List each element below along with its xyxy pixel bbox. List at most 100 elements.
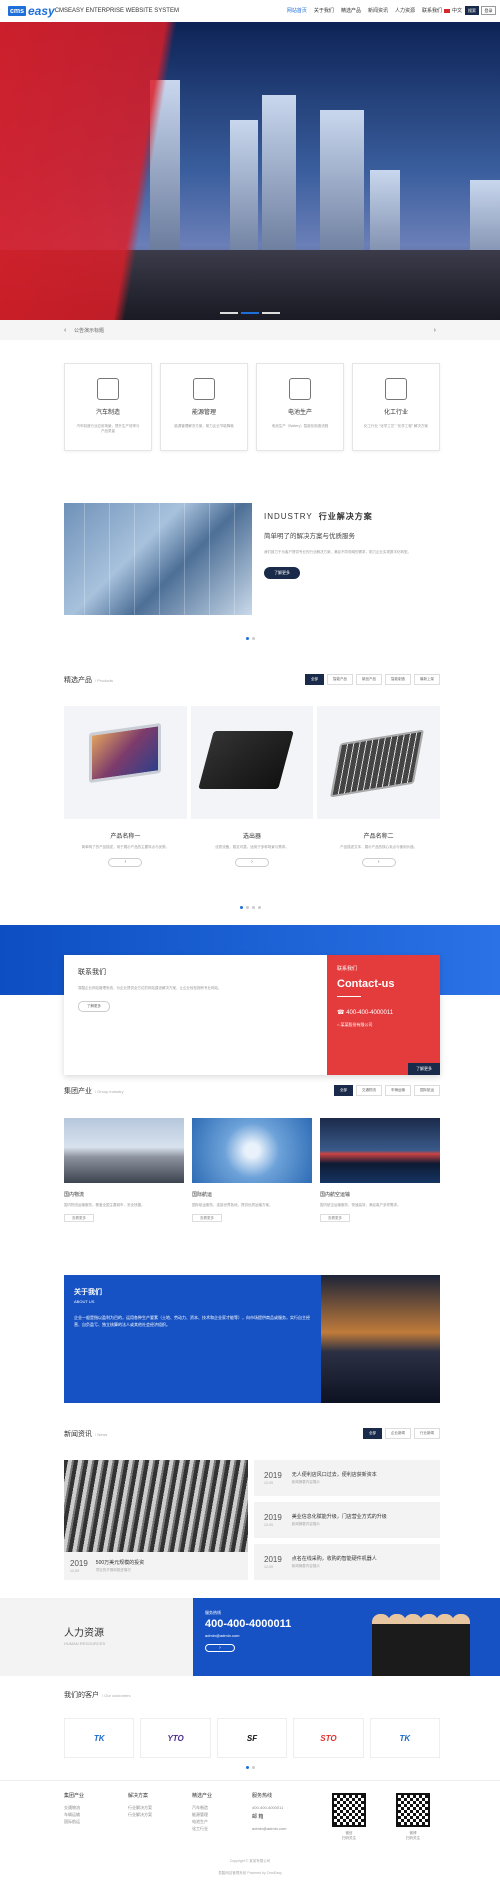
nav-hr[interactable]: 人力资源	[395, 7, 415, 14]
pager-dot[interactable]	[245, 637, 249, 640]
pager-dot[interactable]	[257, 906, 261, 909]
search-button[interactable]: 搜索	[465, 6, 479, 15]
footer-link[interactable]: 能源管理	[192, 1811, 212, 1818]
pager-dot[interactable]	[239, 906, 243, 909]
nav-contact[interactable]: 联系我们	[422, 7, 442, 14]
clients-title: 我们的客户 / Our customers	[64, 1692, 131, 1699]
chemical-icon	[385, 378, 407, 400]
client-logo[interactable]: TK	[64, 1718, 135, 1758]
footer-link[interactable]: 交通物流	[64, 1804, 84, 1811]
group-more-button[interactable]: 查看更多	[320, 1214, 350, 1222]
group-card[interactable]: 国内物流 国内物流运输服务，覆盖全国主要城市，安全快捷。 查看更多	[64, 1118, 184, 1248]
card-automotive[interactable]: 汽车制造 汽车制造行业应用场景，提升生产效率与产品质量	[64, 363, 152, 451]
hr-en: HUMAN RESOURCES	[64, 1641, 106, 1646]
slider-dot[interactable]	[220, 312, 238, 314]
footer-link[interactable]: 电池生产	[192, 1818, 212, 1825]
nav-home[interactable]: 网站首页	[287, 7, 307, 14]
group-more-button[interactable]: 查看更多	[64, 1214, 94, 1222]
nav-about[interactable]: 关于我们	[314, 7, 334, 14]
product-card[interactable]: 产品名称二 产品描述文本，展示产品的核心卖点与使用价值。 ›	[317, 706, 441, 891]
news-year: 2019 12-09	[70, 1559, 88, 1573]
clients-header: 我们的客户 / Our customers	[64, 1690, 440, 1700]
footer-service: 服务热线 400-400-4000011 邮 箱 admin@admin.com	[252, 1793, 287, 1832]
card-energy[interactable]: 能源管理 能源管理解决方案，助力企业节能降耗	[160, 363, 248, 451]
tab-shipping[interactable]: 国际航运	[414, 1085, 440, 1096]
product-image	[64, 706, 187, 819]
group-card[interactable]: 国际航运 国际航运服务，连接世界各地，提供优质运输方案。 查看更多	[192, 1118, 312, 1248]
footer-col: 精选产业 汽车制造 能源管理 电池生产 化工行业	[192, 1793, 213, 1832]
tab-all[interactable]: 全部	[334, 1085, 353, 1096]
tab-latest[interactable]: 最新上架	[414, 674, 440, 685]
product-card[interactable]: 选出器 优质设备，稳定可靠，适用于多种场景与需求。 ›	[190, 706, 314, 891]
tab-transport[interactable]: 车辆运输	[385, 1085, 411, 1096]
news-items: 2019 12-09 无人便利店风口过去，便利店获新资本 新闻摘要内容展示 2019…	[254, 1460, 440, 1580]
news-image	[64, 1460, 248, 1552]
tab-logistics[interactable]: 交通物流	[356, 1085, 382, 1096]
pager-dot[interactable]	[251, 906, 255, 909]
pager-dot[interactable]	[245, 906, 249, 909]
products-tabs: 全部 智能产品 新品产品 智能制造 最新上架	[305, 674, 440, 685]
contact-more-button[interactable]: 了解更多	[78, 1001, 110, 1012]
news-item[interactable]: 2019 12-09 美业信息化赋能升级，门店营业方式的升级 新闻摘要内容展示	[254, 1502, 440, 1538]
news-title: 点名在线采购，收购的智能硬件机器人 新闻摘要内容展示	[291, 1556, 377, 1568]
footer-link[interactable]: 行业解决方案	[128, 1811, 152, 1818]
hero-banner	[0, 22, 500, 320]
pager-dot[interactable]	[251, 1766, 255, 1769]
language-switch[interactable]: 中文	[443, 7, 462, 14]
news-featured[interactable]: 2019 12-09 500万美元规模的投资 项目的开展和推进情况	[64, 1460, 248, 1580]
product-desc: 优质设备，稳定可靠，适用于多种场景与需求。	[215, 845, 289, 849]
chevron-left-icon[interactable]: ‹	[64, 327, 66, 334]
footer-link[interactable]: 行业解决方案	[128, 1804, 152, 1811]
product-list: 产品名称一 简单明了的产品描述，用于展示产品的主要特点与优势。 › 选出器 优质…	[64, 706, 441, 891]
footer-col: 集团产业 交通物流 车辆运输 国际航运	[64, 1793, 85, 1825]
news-item[interactable]: 2019 12-09 点名在线采购，收购的智能硬件机器人 新闻摘要内容展示	[254, 1544, 440, 1580]
login-button[interactable]: 登录	[481, 6, 496, 15]
contact-heading: Contact-us	[337, 978, 395, 990]
client-logo[interactable]: YTO	[140, 1718, 211, 1758]
notice-text[interactable]: 公告演示标题	[74, 327, 104, 334]
contact-phone: ☎ 400-400-4000011	[337, 1010, 394, 1016]
nav-products[interactable]: 精选产品	[341, 7, 361, 14]
hr-arrow-button[interactable]: ›	[205, 1644, 235, 1652]
logo[interactable]: cms easy	[8, 4, 55, 18]
product-name: 选出器	[243, 834, 262, 840]
contact-right-more-button[interactable]: 了解更多	[408, 1063, 440, 1075]
product-arrow-button[interactable]: ›	[361, 858, 396, 867]
client-logo[interactable]: STO	[293, 1718, 364, 1758]
tab-company[interactable]: 企业新闻	[385, 1428, 411, 1439]
footer-link[interactable]: 车辆运输	[64, 1811, 84, 1818]
chevron-right-icon[interactable]: ›	[434, 327, 436, 334]
product-arrow-button[interactable]: ›	[108, 858, 143, 867]
pager-dot[interactable]	[245, 1766, 249, 1769]
group-more-button[interactable]: 查看更多	[192, 1214, 222, 1222]
footer-link[interactable]: 国际航运	[64, 1818, 84, 1825]
product-arrow-button[interactable]: ›	[235, 858, 269, 867]
card-chemical[interactable]: 化工行业 化工行业 "化学工艺" "化学工程" 解决方案	[352, 363, 440, 451]
industry-more-button[interactable]: 了解更多	[264, 567, 300, 579]
nav-news[interactable]: 新闻资讯	[368, 7, 388, 14]
card-battery[interactable]: 电池生产 电池生产（Battery）智能化制造流程	[256, 363, 344, 451]
card-title: 电池生产	[287, 410, 312, 416]
battery-icon	[289, 378, 311, 400]
news-year: 2019 12-09	[264, 1471, 282, 1485]
group-card[interactable]: 国内航空运输 国内航空运输服务，快速高效，满足客户多样需求。 查看更多	[320, 1118, 440, 1248]
weibo-qr-code	[396, 1793, 430, 1827]
footer-link[interactable]: 汽车制造	[192, 1804, 212, 1811]
news-item[interactable]: 2019 12-09 无人便利店风口过去，便利店获新资本 新闻摘要内容展示	[254, 1460, 440, 1496]
slider-dot[interactable]	[262, 312, 280, 314]
tab-manufacturing[interactable]: 智能制造	[385, 674, 411, 685]
tab-industry[interactable]: 行业新闻	[414, 1428, 440, 1439]
tab-all[interactable]: 全部	[305, 674, 324, 685]
tab-all[interactable]: 全部	[363, 1428, 382, 1439]
product-card[interactable]: 产品名称一 简单明了的产品描述，用于展示产品的主要特点与优势。 ›	[64, 706, 187, 891]
tab-new[interactable]: 新品产品	[356, 674, 382, 685]
tab-smart[interactable]: 智能产品	[327, 674, 353, 685]
client-logo[interactable]: TK	[369, 1718, 441, 1758]
footer-email[interactable]: admin@admin.com	[252, 1825, 287, 1832]
industry-text: INDUSTRY 行业解决方案 简单明了的解决方案与优质服务 我们致力于为客户提供…	[252, 503, 423, 615]
footer-link[interactable]: 化工行业	[192, 1825, 212, 1832]
powered-by[interactable]: 易酷网站管理系统 Powered by CmsEasy	[0, 1871, 500, 1876]
pager-dot[interactable]	[251, 637, 255, 640]
client-logo[interactable]: SF	[216, 1718, 288, 1758]
slider-dot-active[interactable]	[241, 312, 259, 314]
